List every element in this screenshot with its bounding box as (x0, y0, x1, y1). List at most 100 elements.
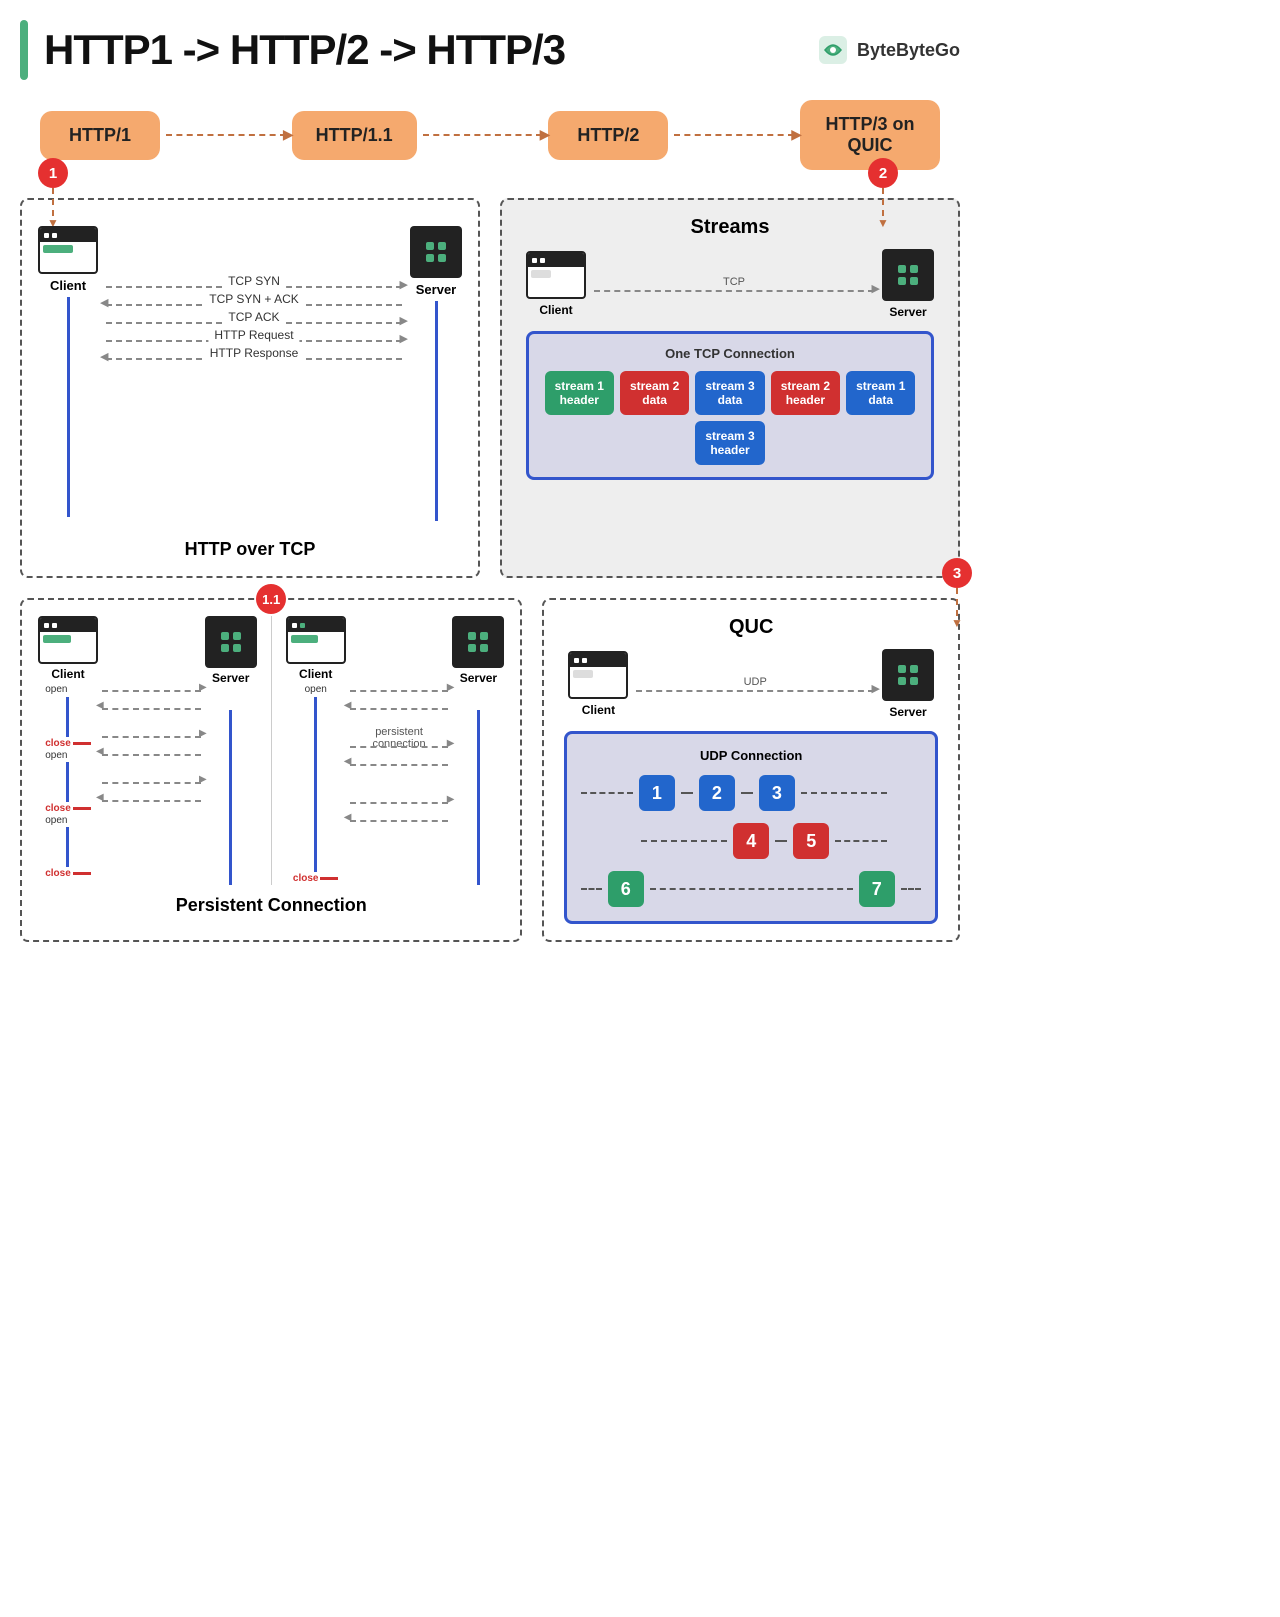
quic-client-label: Client (582, 703, 615, 717)
udp-stream-3: 6 7 (581, 871, 921, 907)
persistent-title: Persistent Connection (38, 895, 504, 916)
badge11-area: 1.1 (256, 584, 286, 614)
streams-client: Client (526, 251, 586, 317)
persistent-section: 1.1 Client open (20, 598, 522, 942)
title-bar (20, 20, 28, 80)
tcp-arrow-container: TCP ▶ (594, 276, 874, 292)
persist-left-msgs: ▶ ◀ ▶ ◀ (98, 616, 205, 806)
quic-title: QUC (560, 616, 942, 639)
stream-chip-4: stream 1data (846, 371, 915, 415)
persist-right-close: close (293, 873, 319, 884)
main-container: HTTP1 -> HTTP/2 -> HTTP/3 ByteByteGo HTT… (0, 0, 980, 962)
client-window-icon (38, 226, 98, 274)
persist-right-diagram: Client open close persistentconnection (286, 616, 505, 885)
version-http11: HTTP/1.1 (292, 111, 417, 160)
close-bar-1 (73, 742, 91, 745)
persist-client-line-2 (66, 762, 69, 802)
persist-right-server-line (477, 710, 480, 885)
msg-http-resp-text: HTTP Response (204, 346, 304, 360)
msg-http-resp: ◀ HTTP Response (106, 358, 402, 360)
udp-line-pre-1 (581, 792, 632, 794)
persist-right-client: Client open close (286, 616, 346, 884)
persist-left-client: Client open close open (38, 616, 98, 880)
persist-server-label: Server (212, 671, 249, 685)
server-col: Server (410, 226, 462, 521)
persist-right-client-label: Client (299, 667, 332, 681)
persist-left-diagram: Client open close open (38, 616, 257, 885)
msg-tcp-syn-ack-text: TCP SYN + ACK (203, 292, 304, 306)
msg-http-req: ▶ HTTP Request (106, 340, 402, 342)
badge-3: 3 (942, 558, 972, 588)
close-2: close (45, 803, 71, 814)
persist-right-close-bar (320, 877, 338, 880)
version-http2: HTTP/2 (548, 111, 668, 160)
udp-stream-2: 4 5 (581, 823, 921, 859)
persist-left-server: Server (205, 616, 257, 885)
quic-server: Server (882, 649, 934, 719)
quic-client: Client (568, 651, 628, 717)
badge-1: 1 (38, 158, 68, 188)
streams-server-icon (882, 249, 934, 301)
tcp-diagram: Client ▶ TCP SYN ◀ (38, 216, 462, 531)
udp-label: UDP (744, 676, 767, 688)
num-2: 2 (699, 775, 735, 811)
badge2-area: 2 ▼ (868, 158, 898, 230)
num-6: 6 (608, 871, 644, 907)
main-title: HTTP1 -> HTTP/2 -> HTTP/3 (44, 26, 565, 74)
udp-stream-1: 1 2 3 (581, 775, 921, 811)
open-3: open (45, 815, 91, 826)
persist-right-client-icon (286, 616, 346, 664)
persist-msg-list: ▶ ◀ ▶ ◀ (102, 686, 201, 806)
persist-client-line-3 (66, 827, 69, 867)
quic-server-icon (882, 649, 934, 701)
msg-tcp-syn-ack: ◀ TCP SYN + ACK (106, 304, 402, 306)
open-2: open (45, 750, 91, 761)
persist-right-msg-list: ▶ ◀ ▶ ◀ (350, 686, 449, 826)
http-over-tcp-section: 1 ▼ Client (20, 198, 480, 578)
client-line (67, 297, 70, 517)
close-3: close (45, 868, 71, 879)
num-4: 4 (733, 823, 769, 859)
num-5: 5 (793, 823, 829, 859)
server-label: Server (416, 282, 456, 297)
stream-chip-5: stream 3header (695, 421, 764, 465)
http-tcp-title: HTTP over TCP (38, 539, 462, 560)
close-bar-3 (73, 872, 91, 875)
streams-section: 2 ▼ Streams Client TCP ▶ (500, 198, 960, 578)
udp-conn-title: UDP Connection (581, 748, 921, 763)
persist-client-line-1 (66, 697, 69, 737)
quic-section: 3 ▼ QUC Client UDP ▶ (542, 598, 960, 942)
badge1-area: 1 ▼ (38, 158, 68, 230)
persist-right-server: Server (452, 616, 504, 885)
dash-4-5 (775, 840, 787, 842)
stream-chips: stream 1header stream 2data stream 3data… (541, 371, 919, 465)
title-row: HTTP1 -> HTTP/2 -> HTTP/3 ByteByteGo (20, 20, 960, 80)
num-3: 3 (759, 775, 795, 811)
msg-tcp-ack-text: TCP ACK (222, 310, 285, 324)
persist-right-server-icon (452, 616, 504, 668)
top-sections: 1 ▼ Client (20, 198, 960, 578)
dash-2-3 (741, 792, 753, 794)
badge3-area: 3 ▼ (942, 558, 972, 630)
udp-line-post-1 (801, 792, 887, 794)
persist-right: Client open close persistentconnection (286, 616, 505, 885)
close-bar-2 (73, 807, 91, 810)
version-http1: HTTP/1 (40, 111, 160, 160)
versions-row: HTTP/1 ▶ HTTP/1.1 ▶ HTTP/2 ▶ HTTP/3 onQU… (20, 100, 960, 170)
tcp-label: TCP (723, 276, 745, 288)
stream-chip-3: stream 2header (771, 371, 840, 415)
msg-http-req-text: HTTP Request (208, 328, 299, 342)
persist-right-client-line (314, 697, 317, 872)
messages-area: ▶ TCP SYN ◀ TCP SYN + ACK ▶ (98, 226, 410, 360)
stream-chip-0: stream 1header (545, 371, 614, 415)
logo-area: ByteByteGo (817, 34, 960, 66)
persist-client-icon (38, 616, 98, 664)
client-col: Client (38, 226, 98, 517)
msg-tcp-syn-text: TCP SYN (222, 274, 286, 288)
quic-top: Client UDP ▶ Server (560, 649, 942, 719)
persist-right-msgs: persistentconnection ▶ ◀ ▶ (346, 616, 453, 826)
quic-server-label: Server (889, 705, 926, 719)
persist-right-server-label: Server (460, 671, 497, 685)
tcp-connection-box: One TCP Connection stream 1header stream… (526, 331, 934, 480)
persist-divider (271, 616, 272, 885)
